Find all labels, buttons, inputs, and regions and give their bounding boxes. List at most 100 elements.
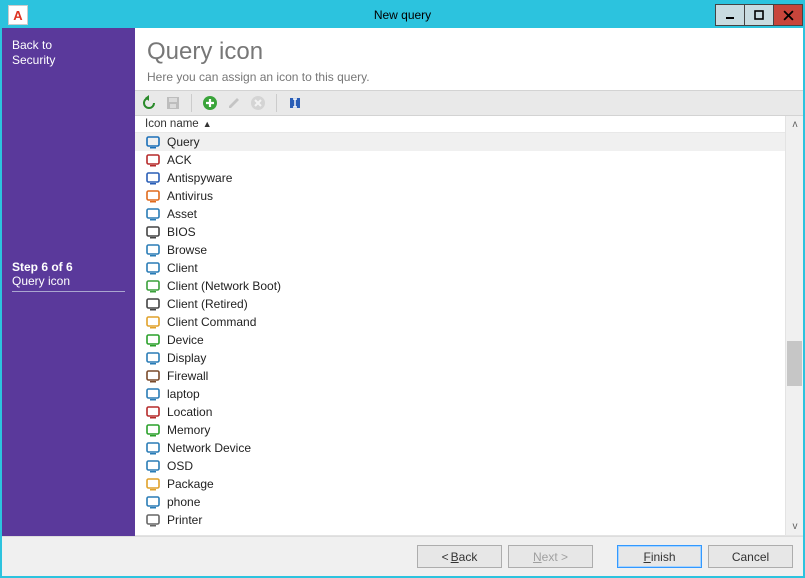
window-controls — [716, 4, 803, 26]
list-item[interactable]: Client (Network Boot) — [135, 277, 785, 295]
item-icon — [145, 404, 161, 420]
item-icon — [145, 494, 161, 510]
minimize-button[interactable] — [715, 4, 745, 26]
item-icon — [145, 440, 161, 456]
item-icon — [145, 260, 161, 276]
list-item[interactable]: Package — [135, 475, 785, 493]
item-icon — [145, 242, 161, 258]
step-indicator: Step 6 of 6 — [12, 260, 125, 274]
scroll-down-arrow[interactable]: v — [786, 518, 803, 535]
toolbar-separator-2 — [276, 94, 277, 112]
item-icon — [145, 134, 161, 150]
column-header-icon-name[interactable]: Icon name ▲ — [135, 116, 785, 133]
toolbar-separator — [191, 94, 192, 112]
refresh-button[interactable] — [139, 93, 159, 113]
item-label: BIOS — [167, 225, 196, 239]
scrollbar[interactable]: ʌ v — [785, 116, 803, 535]
cancel-button[interactable]: Cancel — [708, 545, 793, 568]
item-icon — [145, 476, 161, 492]
main-panel: Query icon Here you can assign an icon t… — [135, 28, 803, 536]
maximize-button[interactable] — [744, 4, 774, 26]
toolbar — [135, 90, 803, 116]
item-label: Package — [167, 477, 214, 491]
list-item[interactable]: Browse — [135, 241, 785, 259]
item-label: OSD — [167, 459, 193, 473]
list-item[interactable]: BIOS — [135, 223, 785, 241]
item-label: Client (Network Boot) — [167, 279, 281, 293]
list-item[interactable]: Client (Retired) — [135, 295, 785, 313]
list-item[interactable]: Firewall — [135, 367, 785, 385]
list-item[interactable]: Asset — [135, 205, 785, 223]
list-item[interactable]: Antispyware — [135, 169, 785, 187]
list-item[interactable]: Client Command — [135, 313, 785, 331]
item-label: Client Command — [167, 315, 256, 329]
list-item[interactable]: Location — [135, 403, 785, 421]
list-item[interactable]: Printer — [135, 511, 785, 529]
back-link[interactable]: Back to Security — [12, 38, 125, 68]
close-button[interactable] — [773, 4, 803, 26]
item-icon — [145, 170, 161, 186]
list-item[interactable]: Network Device — [135, 439, 785, 457]
list-item[interactable]: phone — [135, 493, 785, 511]
rename-button[interactable] — [285, 93, 305, 113]
item-icon — [145, 314, 161, 330]
list-item[interactable]: OSD — [135, 457, 785, 475]
icon-list: Icon name ▲ Query ACK Antispyware Antivirus… — [135, 116, 785, 535]
next-button: Next > — [508, 545, 593, 568]
item-label: Client — [167, 261, 198, 275]
step-divider — [12, 291, 125, 292]
titlebar[interactable]: A New query — [2, 2, 803, 28]
dialog-window: A New query Back to Security Step 6 of 6… — [0, 0, 805, 578]
scroll-up-arrow[interactable]: ʌ — [786, 116, 803, 133]
item-icon — [145, 152, 161, 168]
item-label: Memory — [167, 423, 210, 437]
item-icon — [145, 188, 161, 204]
icon-list-container: Icon name ▲ Query ACK Antispyware Antivirus… — [135, 116, 803, 536]
item-icon — [145, 332, 161, 348]
add-button[interactable] — [200, 93, 220, 113]
app-icon: A — [8, 5, 28, 25]
save-button[interactable] — [163, 93, 183, 113]
delete-button[interactable] — [248, 93, 268, 113]
item-icon — [145, 278, 161, 294]
item-label: Query — [167, 135, 200, 149]
item-label: Browse — [167, 243, 207, 257]
wizard-sidebar: Back to Security Step 6 of 6 Query icon — [2, 28, 135, 536]
item-label: laptop — [167, 387, 200, 401]
list-item[interactable]: Query — [135, 133, 785, 151]
item-label: Device — [167, 333, 204, 347]
window-title: New query — [2, 8, 803, 22]
item-label: ACK — [167, 153, 192, 167]
item-icon — [145, 350, 161, 366]
list-item[interactable]: Display — [135, 349, 785, 367]
step-name: Query icon — [12, 274, 125, 288]
item-label: Client (Retired) — [167, 297, 248, 311]
item-label: Antivirus — [167, 189, 213, 203]
list-item[interactable]: ACK — [135, 151, 785, 169]
list-item[interactable]: laptop — [135, 385, 785, 403]
page-title: Query icon — [135, 28, 803, 68]
item-icon — [145, 368, 161, 384]
back-link-line2: Security — [12, 53, 125, 68]
edit-button[interactable] — [224, 93, 244, 113]
scroll-thumb[interactable] — [787, 341, 802, 386]
sort-ascending-icon: ▲ — [203, 119, 212, 129]
item-icon — [145, 512, 161, 528]
list-item[interactable]: Antivirus — [135, 187, 785, 205]
dialog-body: Back to Security Step 6 of 6 Query icon … — [2, 28, 803, 536]
item-icon — [145, 422, 161, 438]
dialog-footer: < Back Next > Finish Cancel — [2, 536, 803, 576]
item-icon — [145, 224, 161, 240]
item-label: phone — [167, 495, 200, 509]
item-icon — [145, 296, 161, 312]
item-label: Location — [167, 405, 212, 419]
back-link-line1: Back to — [12, 38, 125, 53]
item-icon — [145, 458, 161, 474]
item-label: Display — [167, 351, 206, 365]
back-button[interactable]: < Back — [417, 545, 502, 568]
item-icon — [145, 206, 161, 222]
list-item[interactable]: Device — [135, 331, 785, 349]
list-item[interactable]: Memory — [135, 421, 785, 439]
list-item[interactable]: Client — [135, 259, 785, 277]
finish-button[interactable]: Finish — [617, 545, 702, 568]
